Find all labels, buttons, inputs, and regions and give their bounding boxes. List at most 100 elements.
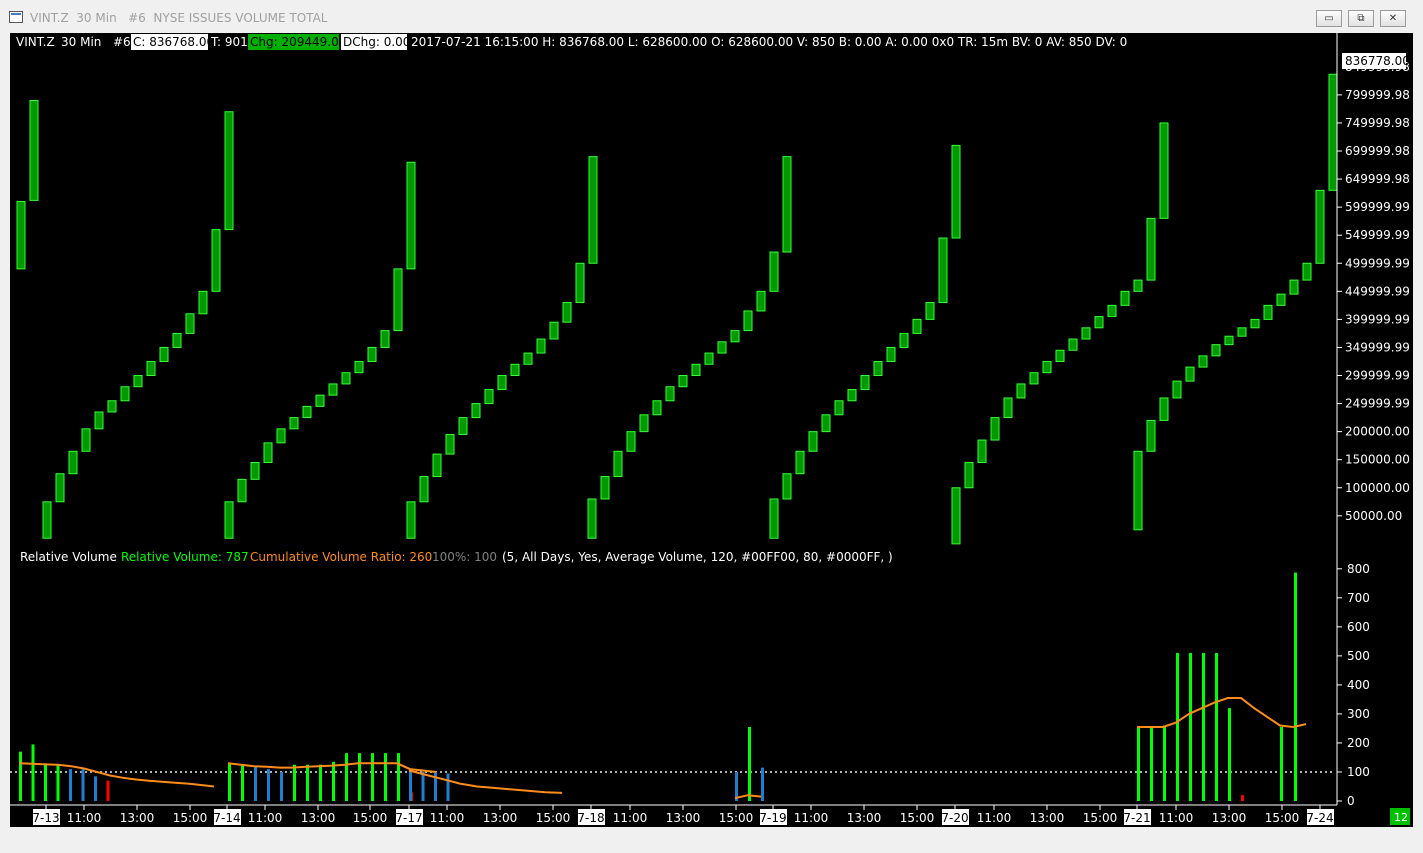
price-bar — [1016, 383, 1026, 399]
date-label: 7-18 — [577, 811, 604, 825]
price-bar — [315, 394, 325, 407]
price-bar — [782, 473, 792, 500]
price-bar — [1172, 380, 1182, 399]
volume-axis: 800 700 600 500 400 300 200 100 0 — [1336, 545, 1370, 808]
price-bar — [1055, 349, 1065, 362]
price-bar — [1198, 355, 1208, 368]
price-tick-label: 649999.98 — [1345, 172, 1410, 186]
price-bar — [756, 290, 766, 312]
restore-button[interactable]: ⧉ — [1348, 10, 1374, 27]
date-label: 7-21 — [1123, 811, 1150, 825]
time-label: 13:00 — [120, 811, 155, 825]
volume-tick-label: 600 — [1347, 620, 1370, 634]
price-bar — [886, 346, 896, 362]
minimize-button[interactable]: ▭ — [1316, 10, 1342, 27]
indicator-hundred: 100%: 100 — [432, 550, 497, 564]
price-bar — [289, 417, 299, 430]
time-label: 11:00 — [794, 811, 829, 825]
price-bar — [562, 302, 572, 323]
price-bar — [821, 414, 831, 433]
window-title: VINT.Z 30 Min #6 NYSE ISSUES VOLUME TOTA… — [30, 11, 328, 25]
price-bar — [198, 290, 208, 315]
price-bar — [497, 375, 507, 391]
volume-bar — [280, 771, 283, 801]
price-bars — [16, 73, 1338, 545]
price-axis: 799999.98 749999.98 699999.98 649999.98 5999… — [1336, 33, 1410, 545]
price-bar — [1263, 304, 1273, 320]
header-dchg: DChg: 0.00 — [343, 35, 410, 49]
price-tick-label: 399999.99 — [1345, 312, 1410, 326]
price-bar — [1133, 450, 1143, 531]
price-bar — [1146, 217, 1156, 281]
volume-bar — [31, 744, 35, 801]
price-bar — [328, 383, 338, 396]
indicator-name: Relative Volume — [20, 550, 117, 564]
price-bar — [419, 476, 429, 503]
price-bar — [626, 431, 636, 452]
time-label: 15:00 — [900, 811, 935, 825]
price-bar — [133, 375, 143, 388]
price-tick-label: 499999.99 — [1345, 256, 1410, 270]
chart-svg[interactable]: VINT.Z 30 Min #6 C: 836768.00 T: 901 Chg… — [10, 33, 1413, 827]
price-bar — [341, 372, 351, 385]
header-close: C: 836768.00 — [133, 35, 214, 49]
price-bar — [1289, 279, 1299, 295]
price-bar — [1315, 189, 1325, 264]
price-bar — [1302, 262, 1312, 281]
date-label: 7-20 — [941, 811, 968, 825]
price-bar — [938, 237, 948, 304]
time-label: 11:00 — [67, 811, 102, 825]
time-label: 11:00 — [613, 811, 648, 825]
volume-bar — [371, 753, 374, 801]
price-bar — [523, 352, 533, 365]
price-bar — [237, 478, 247, 503]
chart-area[interactable]: VINT.Z 30 Min #6 C: 836768.00 T: 901 Chg… — [10, 33, 1413, 827]
price-bar — [899, 332, 909, 348]
volume-bar — [345, 753, 348, 801]
price-bar — [575, 262, 585, 304]
time-label: 11:00 — [1159, 811, 1194, 825]
time-label: 15:00 — [1083, 811, 1118, 825]
volume-bar — [421, 771, 425, 801]
volume-bar — [19, 751, 22, 801]
price-bar — [808, 431, 818, 452]
volume-bar — [56, 764, 60, 801]
volume-bar — [1163, 725, 1166, 801]
price-bar — [406, 501, 416, 539]
price-bar — [639, 414, 649, 433]
volume-tick-label: 300 — [1347, 707, 1370, 721]
date-label: 7-19 — [759, 811, 786, 825]
time-label: 15:00 — [536, 811, 571, 825]
indicator-params: (5, All Days, Yes, Average Volume, 120, … — [502, 550, 893, 564]
volume-bar — [1241, 795, 1244, 801]
price-header: VINT.Z 30 Min #6 C: 836768.00 T: 901 Chg… — [16, 34, 1127, 50]
volume-bar — [332, 761, 335, 801]
price-bar — [977, 439, 987, 464]
volume-bar — [228, 763, 231, 801]
volume-bar — [1189, 652, 1192, 801]
date-label: 7-17 — [395, 811, 422, 825]
volume-bar — [761, 767, 764, 801]
price-tick-label: 150000.00 — [1345, 453, 1410, 467]
price-bar — [224, 111, 234, 231]
price-bar — [873, 360, 883, 377]
price-bar — [795, 450, 805, 475]
price-bar — [42, 501, 52, 539]
indicator-rv-value: Relative Volume: 787 — [121, 550, 249, 564]
volume-bar — [293, 764, 296, 801]
title-bar[interactable]: VINT.Z 30 Min #6 NYSE ISSUES VOLUME TOTA… — [0, 0, 1423, 32]
price-bar — [107, 400, 117, 413]
price-bar — [185, 313, 195, 334]
price-tick-label: 249999.99 — [1345, 397, 1410, 411]
price-bar — [1250, 318, 1260, 329]
price-bar — [1068, 338, 1078, 351]
volume-bar — [358, 753, 361, 801]
volume-bar — [1150, 726, 1153, 801]
price-bar — [847, 389, 857, 402]
volume-tick-label: 100 — [1347, 765, 1370, 779]
price-bar — [393, 268, 403, 332]
app-icon — [9, 11, 23, 23]
close-button[interactable]: ✕ — [1380, 10, 1406, 27]
volume-bar — [319, 764, 322, 801]
price-bar — [1328, 73, 1338, 191]
